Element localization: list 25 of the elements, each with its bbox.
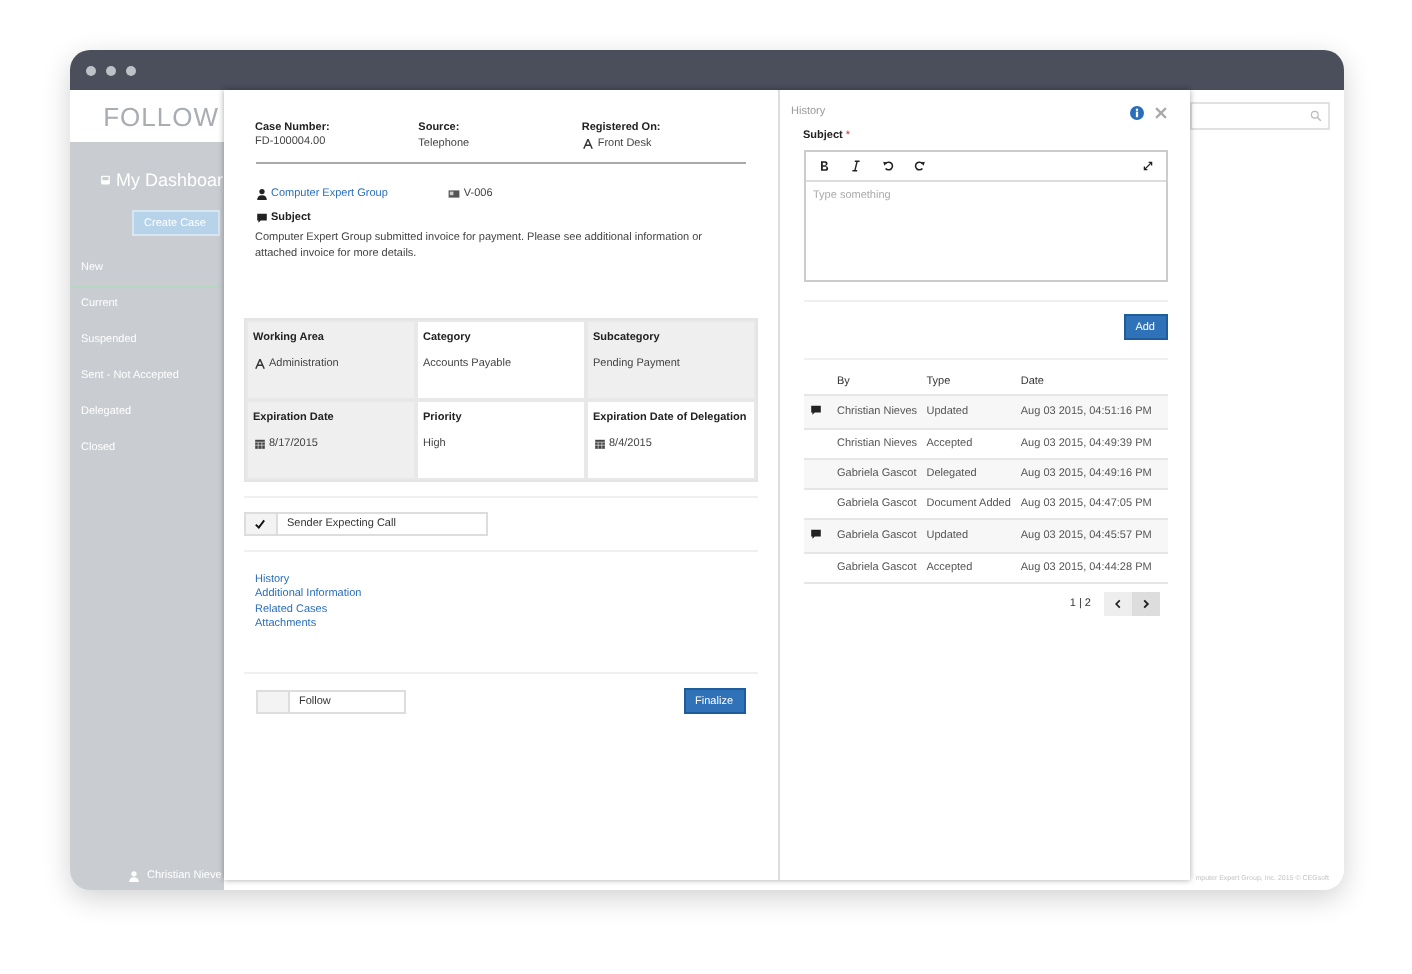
bold-icon[interactable] — [817, 160, 829, 172]
calendar-icon — [253, 437, 265, 449]
undo-icon[interactable] — [881, 160, 893, 172]
inbox-icon — [99, 172, 110, 188]
search-icon — [1309, 110, 1321, 122]
expand-icon[interactable] — [1141, 160, 1153, 172]
checkmark-icon — [254, 517, 266, 529]
next-page-button[interactable] — [1131, 592, 1159, 616]
info-icon[interactable] — [1129, 105, 1143, 119]
calendar-icon — [593, 437, 605, 449]
checkbox[interactable] — [257, 691, 289, 711]
italic-icon[interactable] — [849, 160, 861, 172]
checkbox[interactable] — [245, 513, 277, 533]
user-icon — [127, 870, 139, 882]
search-field[interactable] — [1189, 102, 1329, 130]
app-logo: FOLLOW — [103, 101, 219, 131]
compass-icon — [253, 357, 265, 369]
chevron-left-icon — [1111, 598, 1123, 610]
id-card-icon — [447, 188, 460, 200]
redo-icon[interactable] — [913, 160, 925, 172]
user-icon — [255, 188, 267, 200]
previous-page-button[interactable] — [1103, 592, 1131, 616]
comment-icon — [255, 212, 267, 224]
compass-icon — [581, 138, 594, 150]
chevron-right-icon — [1139, 598, 1151, 610]
